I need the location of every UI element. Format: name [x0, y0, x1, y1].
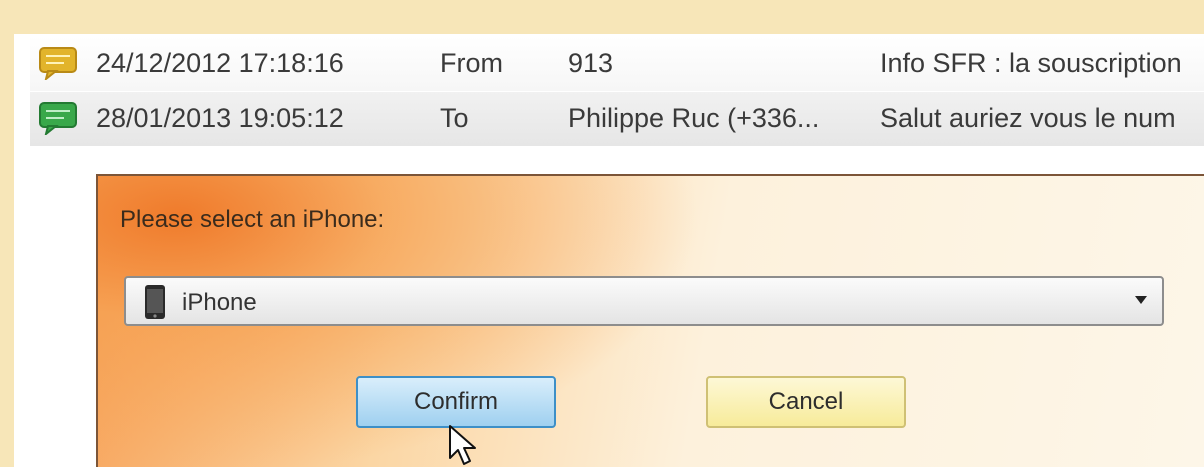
message-date: 28/01/2013 19:05:12: [96, 103, 344, 133]
message-text: Info SFR : la souscription: [880, 48, 1182, 78]
speech-bubble-yellow-icon: [39, 47, 77, 80]
message-row[interactable]: 28/01/2013 19:05:12 To Philippe Ruc (+33…: [30, 92, 1204, 146]
speech-bubble-green-icon: [39, 102, 77, 135]
message-contact: 913: [568, 48, 614, 78]
phone-icon: [145, 285, 165, 319]
message-date: 24/12/2012 17:18:16: [96, 48, 344, 78]
chevron-down-icon[interactable]: [1134, 295, 1148, 305]
iphone-select[interactable]: iPhone: [124, 276, 1164, 326]
mouse-cursor-icon: [449, 425, 476, 465]
cancel-button[interactable]: Cancel: [706, 376, 906, 428]
message-direction: To: [440, 103, 469, 133]
message-contact: Philippe Ruc (+336...: [568, 103, 820, 133]
selected-device: iPhone: [182, 289, 257, 316]
message-row[interactable]: 24/12/2012 17:18:16 From 913 Info SFR : …: [30, 37, 1204, 91]
message-direction: From: [440, 48, 503, 78]
select-iphone-dialog: Please select an iPhone: iPhone Confirm …: [96, 174, 1204, 467]
message-text: Salut auriez vous le num: [880, 103, 1176, 133]
dialog-prompt: Please select an iPhone:: [120, 206, 385, 233]
confirm-button[interactable]: Confirm: [356, 376, 556, 428]
